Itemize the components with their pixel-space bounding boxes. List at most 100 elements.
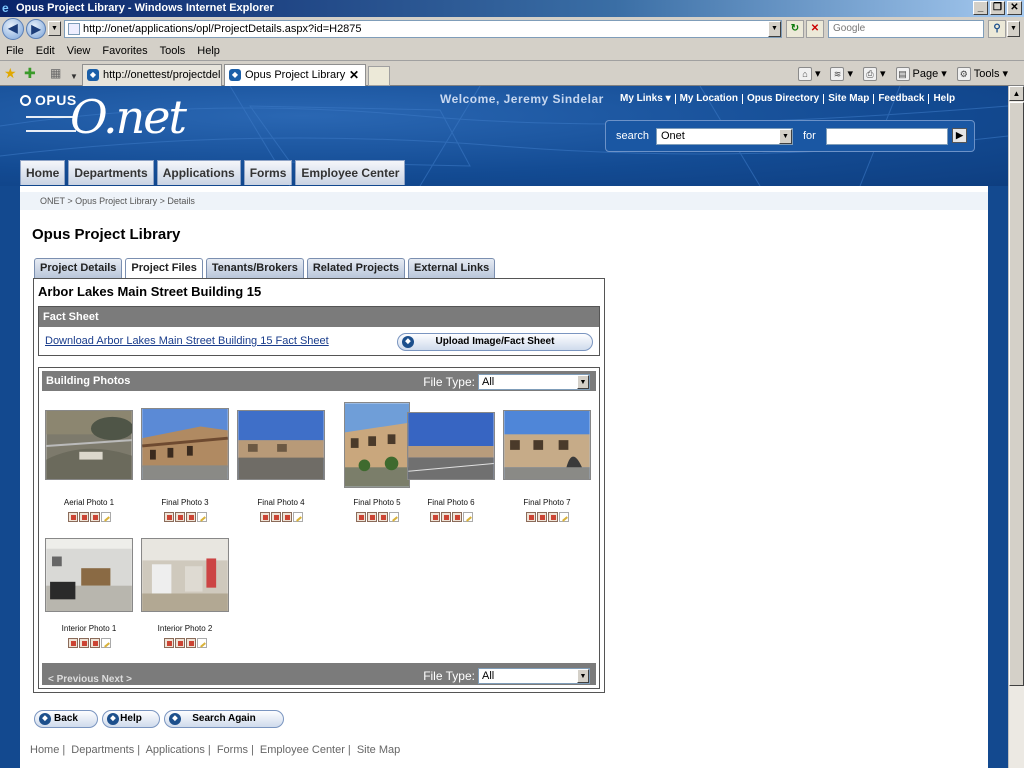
back-arrow-icon[interactable]: ◀ — [2, 18, 24, 40]
nav-tab-applications[interactable]: Applications — [156, 160, 241, 185]
photo-interior-1[interactable]: Interior Photo 1 — [43, 538, 135, 648]
search-go-button[interactable]: ▶ — [952, 128, 967, 143]
home-button[interactable]: ⌂ ▾ — [797, 66, 820, 82]
tab-tenants-brokers[interactable]: Tenants/Brokers — [205, 258, 304, 278]
google-search-input[interactable]: Google — [828, 20, 984, 38]
menu-help[interactable]: Help — [193, 42, 228, 60]
file-type-select-bottom[interactable]: All ▼ — [478, 668, 590, 684]
pdf-icon[interactable] — [440, 512, 451, 522]
final-photo-3-thumbnail[interactable] — [141, 408, 229, 480]
minimize-button[interactable]: _ — [973, 1, 988, 15]
final-photo-6-thumbnail[interactable] — [407, 412, 495, 480]
pdf-icon[interactable] — [525, 512, 536, 522]
final-photo-5-thumbnail[interactable] — [344, 402, 410, 488]
edit-icon[interactable] — [196, 638, 207, 648]
browser-tab-opus-project-library[interactable]: ◆ Opus Project Library ✕ — [224, 64, 366, 86]
opus-logo[interactable]: OPUS — [20, 92, 77, 108]
link-help[interactable]: Help — [928, 94, 959, 104]
new-tab-button[interactable] — [368, 66, 390, 86]
pdf-icon[interactable] — [366, 512, 377, 522]
footer-link-employee-center[interactable]: Employee Center — [260, 744, 345, 756]
link-my-location[interactable]: My Location — [674, 94, 742, 104]
photo-final-6[interactable]: Final Photo 6 — [405, 412, 497, 522]
pdf-icon[interactable] — [78, 638, 89, 648]
photo-aerial-1[interactable]: Aerial Photo 1 — [43, 410, 135, 522]
url-input[interactable]: http://onet/applications/opl/ProjectDeta… — [64, 20, 782, 38]
menu-favorites[interactable]: Favorites — [98, 42, 155, 60]
interior-photo-2-thumbnail[interactable] — [141, 538, 229, 612]
photo-final-7[interactable]: Final Photo 7 — [501, 410, 593, 522]
search-scope-select[interactable]: Onet ▼ — [656, 128, 793, 145]
scroll-up-icon[interactable]: ▲ — [1009, 86, 1024, 101]
tab-external-links[interactable]: External Links — [408, 258, 496, 278]
file-type-select[interactable]: All ▼ — [478, 374, 590, 390]
link-my-links[interactable]: My Links ▾ — [620, 94, 675, 104]
download-fact-sheet-link[interactable]: Download Arbor Lakes Main Street Buildin… — [45, 335, 329, 347]
pdf-icon[interactable] — [174, 638, 185, 648]
quick-tabs-icon[interactable]: ▦ — [50, 65, 61, 81]
tab-project-details[interactable]: Project Details — [34, 258, 123, 278]
photo-final-3[interactable]: Final Photo 3 — [139, 408, 231, 522]
print-button[interactable]: ⎙ ▾ — [863, 66, 886, 82]
pdf-icon[interactable] — [429, 512, 440, 522]
search-options-dropdown[interactable]: ▼ — [1007, 21, 1020, 37]
refresh-icon[interactable]: ↻ — [786, 20, 804, 38]
vertical-scrollbar[interactable]: ▲ — [1008, 86, 1024, 768]
edit-icon[interactable] — [462, 512, 473, 522]
pdf-icon[interactable] — [67, 638, 78, 648]
footer-link-departments[interactable]: Departments — [71, 744, 134, 756]
menu-view[interactable]: View — [63, 42, 99, 60]
interior-photo-1-thumbnail[interactable] — [45, 538, 133, 612]
edit-icon[interactable] — [196, 512, 207, 522]
photo-final-4[interactable]: Final Photo 4 — [235, 410, 327, 522]
link-opus-directory[interactable]: Opus Directory — [741, 94, 823, 104]
pdf-icon[interactable] — [89, 512, 100, 522]
tab-related-projects[interactable]: Related Projects — [306, 258, 406, 278]
pdf-icon[interactable] — [163, 638, 174, 648]
footer-link-forms[interactable]: Forms — [217, 744, 248, 756]
nav-tab-departments[interactable]: Departments — [68, 160, 154, 185]
footer-link-home[interactable]: Home — [30, 744, 59, 756]
search-again-button[interactable]: ◆ Search Again — [164, 710, 284, 728]
final-photo-7-thumbnail[interactable] — [503, 410, 591, 480]
onet-logo[interactable]: O.net — [26, 90, 187, 144]
edit-icon[interactable] — [100, 638, 111, 648]
forward-arrow-icon[interactable]: ▶ — [26, 19, 46, 39]
pdf-icon[interactable] — [259, 512, 270, 522]
recent-pages-dropdown[interactable]: ▼ — [48, 21, 61, 36]
edit-icon[interactable] — [292, 512, 303, 522]
pdf-icon[interactable] — [174, 512, 185, 522]
restore-button[interactable]: ❐ — [990, 1, 1005, 15]
pdf-icon[interactable] — [185, 512, 196, 522]
aerial-photo-thumbnail[interactable] — [45, 410, 134, 480]
footer-link-applications[interactable]: Applications — [146, 744, 205, 756]
pdf-icon[interactable] — [547, 512, 558, 522]
back-button[interactable]: ◆ Back — [34, 710, 98, 728]
stop-icon[interactable]: ✕ — [806, 20, 824, 38]
scroll-thumb[interactable] — [1009, 102, 1024, 686]
pdf-icon[interactable] — [185, 638, 196, 648]
close-window-button[interactable]: ✕ — [1007, 1, 1022, 15]
pdf-icon[interactable] — [355, 512, 366, 522]
pdf-icon[interactable] — [270, 512, 281, 522]
pdf-icon[interactable] — [163, 512, 174, 522]
add-favorite-icon[interactable]: ✚ — [24, 65, 36, 81]
menu-file[interactable]: File — [2, 42, 32, 60]
edit-icon[interactable] — [388, 512, 399, 522]
tools-menu[interactable]: ⚙ Tools ▾ — [956, 66, 1008, 82]
nav-tab-employee-center[interactable]: Employee Center — [295, 160, 406, 185]
close-tab-icon[interactable]: ✕ — [349, 65, 359, 85]
pager-links[interactable]: < Previous Next > — [48, 670, 132, 690]
photo-interior-2[interactable]: Interior Photo 2 — [139, 538, 231, 648]
favorites-star-icon[interactable]: ★ — [4, 65, 17, 81]
pdf-icon[interactable] — [451, 512, 462, 522]
search-icon[interactable]: ⚲ — [988, 20, 1006, 38]
site-search-input[interactable] — [826, 128, 948, 145]
pdf-icon[interactable] — [377, 512, 388, 522]
link-feedback[interactable]: Feedback — [873, 94, 928, 104]
final-photo-4-thumbnail[interactable] — [237, 410, 325, 480]
edit-icon[interactable] — [558, 512, 569, 522]
footer-link-site-map[interactable]: Site Map — [357, 744, 400, 756]
pdf-icon[interactable] — [78, 512, 89, 522]
nav-tab-home[interactable]: Home — [20, 160, 66, 185]
